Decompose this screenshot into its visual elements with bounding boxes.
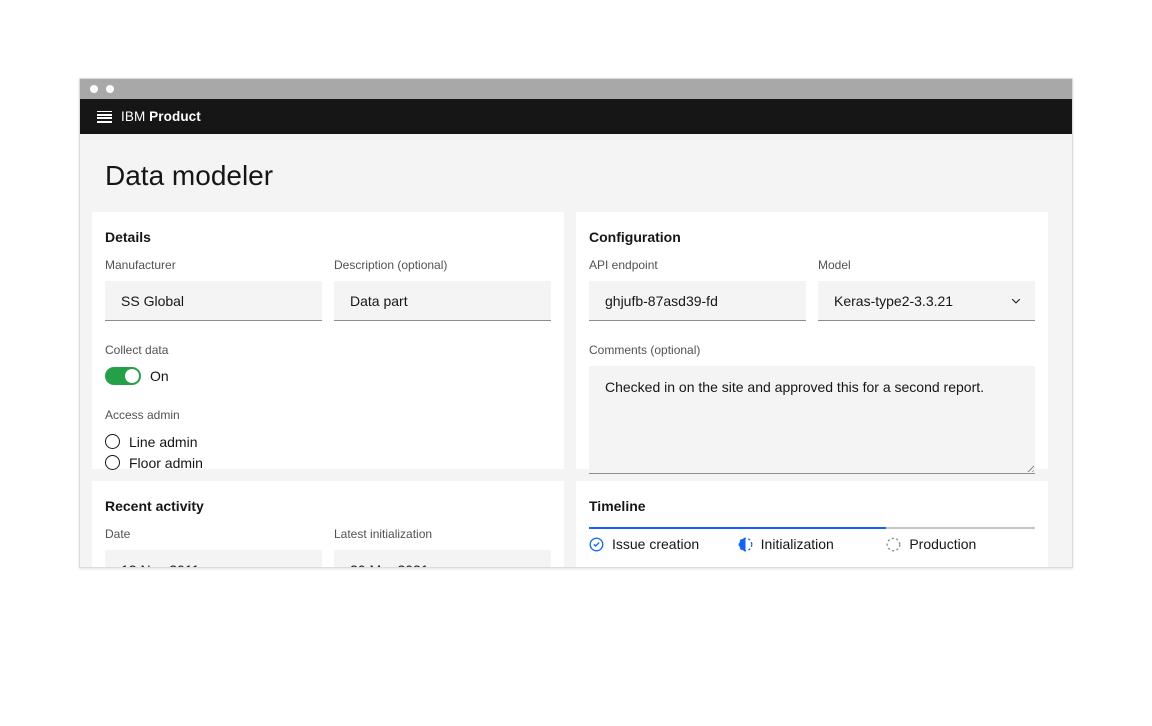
progress-step-issue-creation[interactable]: Issue creation — [589, 527, 738, 552]
checkmark-outline-icon — [589, 537, 604, 552]
step-label: Issue creation — [612, 536, 699, 552]
configuration-heading: Configuration — [589, 228, 1035, 246]
window-titlebar — [80, 79, 1072, 99]
model-selected-value: Keras-type2-3.3.21 — [834, 293, 953, 309]
model-select[interactable]: Keras-type2-3.3.21 — [818, 281, 1035, 321]
description-input[interactable] — [334, 281, 551, 321]
latest-initialization-label: Latest initialization — [334, 526, 551, 542]
recent-activity-heading: Recent activity — [105, 497, 551, 515]
api-endpoint-input[interactable] — [589, 281, 806, 321]
progress-step-initialization[interactable]: Initialization — [738, 527, 887, 552]
comments-label: Comments (optional) — [589, 342, 1035, 358]
description-label: Description (optional) — [334, 257, 551, 273]
app-header: IBM Product — [80, 99, 1072, 134]
radio-label: Floor admin — [129, 455, 203, 471]
progress-step-production[interactable]: Production — [886, 527, 1035, 552]
radio-floor-admin[interactable]: Floor admin — [105, 452, 551, 473]
radio-icon — [105, 455, 120, 470]
step-label: Production — [909, 536, 976, 552]
half-circle-icon — [738, 537, 753, 552]
access-admin-label: Access admin — [105, 407, 551, 423]
dashed-circle-icon — [886, 537, 901, 552]
radio-line-admin[interactable]: Line admin — [105, 431, 551, 452]
radio-label: Line admin — [129, 434, 198, 450]
model-field: Model Keras-type2-3.3.21 — [818, 257, 1035, 321]
brand-name: Product — [149, 109, 201, 124]
description-field: Description (optional) — [334, 257, 551, 321]
step-label: Initialization — [761, 536, 834, 552]
brand-prefix: IBM — [121, 109, 145, 124]
window-control-dot-icon — [106, 85, 114, 93]
comments-textarea[interactable]: Checked in on the site and approved this… — [589, 366, 1035, 474]
api-endpoint-field: API endpoint — [589, 257, 806, 321]
model-label: Model — [818, 257, 1035, 273]
configuration-card: Configuration API endpoint Model Keras-t… — [576, 212, 1048, 469]
details-card: Details Manufacturer Description (option… — [92, 212, 564, 469]
manufacturer-input[interactable] — [105, 281, 322, 321]
collect-data-section: Collect data On — [105, 342, 551, 385]
progress-indicator: Issue creation Initialization Produ — [589, 527, 1035, 552]
latest-initialization-field: Latest initialization — [334, 526, 551, 567]
recent-activity-card: Recent activity Date Latest initializati… — [92, 481, 564, 567]
radio-icon — [105, 434, 120, 449]
collect-data-state: On — [150, 368, 169, 384]
timeline-heading: Timeline — [589, 497, 1035, 515]
access-admin-section: Access admin Line admin Floor admin — [105, 407, 551, 473]
toggle-knob-icon — [125, 369, 139, 383]
page-content: Data modeler Details Manufacturer Descri… — [80, 134, 1072, 567]
card-grid: Details Manufacturer Description (option… — [92, 212, 1048, 567]
latest-initialization-input[interactable] — [334, 550, 551, 567]
manufacturer-field: Manufacturer — [105, 257, 322, 321]
timeline-card: Timeline Issue creation — [576, 481, 1048, 567]
collect-data-label: Collect data — [105, 342, 551, 358]
date-field: Date — [105, 526, 322, 567]
app-window: IBM Product Data modeler Details Manufac… — [79, 78, 1073, 568]
header-brand: IBM Product — [121, 109, 201, 124]
window-control-dot-icon — [90, 85, 98, 93]
date-label: Date — [105, 526, 322, 542]
api-endpoint-label: API endpoint — [589, 257, 806, 273]
details-heading: Details — [105, 228, 551, 246]
collect-data-toggle[interactable] — [105, 367, 141, 385]
comments-section: Comments (optional) Checked in on the si… — [589, 342, 1035, 474]
menu-icon[interactable] — [97, 111, 112, 123]
date-input[interactable] — [105, 550, 322, 567]
chevron-down-icon — [1010, 295, 1022, 307]
page-title: Data modeler — [105, 159, 1048, 193]
manufacturer-label: Manufacturer — [105, 257, 322, 273]
